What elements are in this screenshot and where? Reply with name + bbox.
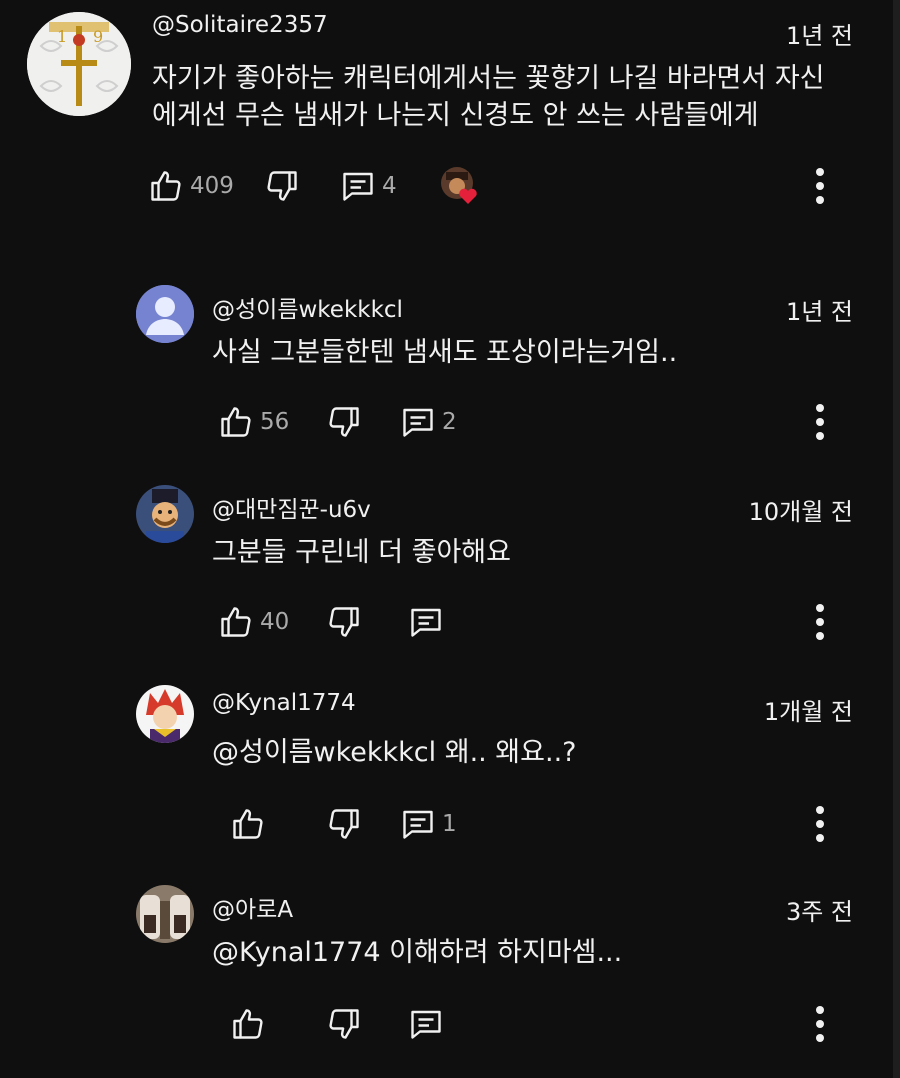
comment-text: 자기가 좋아하는 캐릭터에게서는 꽃향기 나길 바라면서 자신 에게선 무슨 냄…	[152, 63, 825, 131]
thumb-down-icon	[264, 168, 300, 204]
comment-author[interactable]: @성이름wkekkkcl	[212, 290, 403, 324]
comment-text: @Kynal1774 이해하려 하지마셈...	[212, 937, 623, 968]
comment-icon	[400, 404, 436, 440]
comment-text: 그분들 구린네 더 좋아해요	[212, 537, 511, 568]
avatar[interactable]	[136, 485, 194, 543]
more-vertical-icon	[814, 402, 826, 442]
avatar[interactable]	[136, 685, 194, 743]
like-button[interactable]	[230, 802, 272, 846]
default-user-avatar-icon	[136, 285, 194, 343]
comment-actions: 409 4	[148, 164, 868, 208]
reply-button[interactable]	[408, 600, 450, 644]
thumb-down-icon	[326, 1006, 362, 1042]
thumb-down-icon	[326, 404, 362, 440]
avatar[interactable]: 9 1	[27, 12, 131, 116]
comment-actions	[230, 1002, 790, 1046]
like-button[interactable]: 56	[218, 400, 289, 444]
comment-actions: 56 2	[218, 400, 778, 444]
comment-timestamp[interactable]: 1개월 전	[764, 692, 853, 727]
reply-button[interactable]: 4	[340, 164, 397, 208]
comment-thread-top: 9 1 @Solitaire2357 1년 전 자기가 좋아하는 캐릭터에게서는…	[0, 0, 900, 240]
like-count: 409	[190, 173, 234, 199]
like-button[interactable]	[230, 1002, 272, 1046]
photo-avatar-icon	[136, 885, 194, 943]
anime-character-avatar-icon	[136, 685, 194, 743]
svg-text:1: 1	[57, 27, 67, 46]
like-count: 40	[260, 609, 290, 635]
reply-item: @Kynal1774 1개월 전 @성이름wkekkkcl 왜.. 왜요..?	[0, 680, 900, 860]
like-button[interactable]: 409	[148, 164, 234, 208]
cartoon-man-avatar-icon	[136, 485, 194, 543]
thumb-down-icon	[326, 604, 362, 640]
thumb-up-icon	[230, 1006, 266, 1042]
reply-item: @대만짐꾼-u6v 10개월 전 그분들 구린네 더 좋아해요 40	[0, 480, 900, 660]
thumb-up-icon	[148, 168, 184, 204]
comment-author[interactable]: @아로A	[212, 890, 293, 924]
comment-icon	[408, 1006, 444, 1042]
reply-count: 4	[382, 173, 397, 199]
creator-heart-badge[interactable]	[438, 164, 484, 210]
more-vertical-icon	[814, 166, 826, 206]
reply-button[interactable]	[408, 1002, 450, 1046]
comment-icon	[400, 806, 436, 842]
more-vertical-icon	[814, 804, 826, 844]
like-button[interactable]: 40	[218, 600, 289, 644]
more-options-button[interactable]	[806, 400, 834, 444]
like-count: 56	[260, 409, 290, 435]
comment-author[interactable]: @Kynal1774	[212, 690, 356, 716]
comment-author[interactable]: @Solitaire2357	[152, 12, 328, 38]
more-vertical-icon	[814, 1004, 826, 1044]
reply-count: 1	[442, 811, 457, 837]
comment-text: @성이름wkekkkcl 왜.. 왜요..?	[212, 737, 577, 768]
dislike-button[interactable]	[264, 164, 300, 208]
comment-timestamp[interactable]: 1년 전	[786, 292, 853, 327]
reply-button[interactable]: 1	[400, 802, 457, 846]
thumb-down-icon	[326, 806, 362, 842]
dislike-button[interactable]	[326, 600, 362, 644]
more-options-button[interactable]	[806, 1002, 834, 1046]
more-vertical-icon	[814, 602, 826, 642]
comment-timestamp[interactable]: 10개월 전	[749, 492, 853, 527]
comment-icon	[408, 604, 444, 640]
dislike-button[interactable]	[326, 400, 362, 444]
reply-count: 2	[442, 409, 457, 435]
avatar[interactable]	[136, 885, 194, 943]
comment-timestamp[interactable]: 1년 전	[786, 16, 853, 51]
avatar[interactable]	[136, 285, 194, 343]
thumb-up-icon	[218, 604, 254, 640]
thumb-up-icon	[218, 404, 254, 440]
comment-actions: 40	[218, 600, 778, 644]
comment-timestamp[interactable]: 3주 전	[786, 892, 853, 927]
more-options-button[interactable]	[806, 164, 834, 208]
reply-item: @성이름wkekkkcl 1년 전 사실 그분들한텐 냄새도 포상이라는거임..…	[0, 280, 900, 460]
scrollbar-track[interactable]	[893, 0, 900, 1078]
thumb-up-icon	[230, 806, 266, 842]
reply-item: @아로A 3주 전 @Kynal1774 이해하려 하지마셈...	[0, 880, 900, 1070]
reply-button[interactable]: 2	[400, 400, 457, 444]
more-options-button[interactable]	[806, 802, 834, 846]
comment-icon	[340, 168, 376, 204]
cross-avatar-icon: 9 1	[27, 12, 131, 116]
svg-text:9: 9	[93, 27, 103, 46]
comment-actions: 1	[230, 802, 790, 846]
more-options-button[interactable]	[806, 600, 834, 644]
comment-text: 사실 그분들한텐 냄새도 포상이라는거임..	[212, 337, 678, 368]
dislike-button[interactable]	[326, 802, 362, 846]
comment-author[interactable]: @대만짐꾼-u6v	[212, 490, 371, 524]
creator-heart-icon	[441, 167, 477, 204]
dislike-button[interactable]	[326, 1002, 362, 1046]
